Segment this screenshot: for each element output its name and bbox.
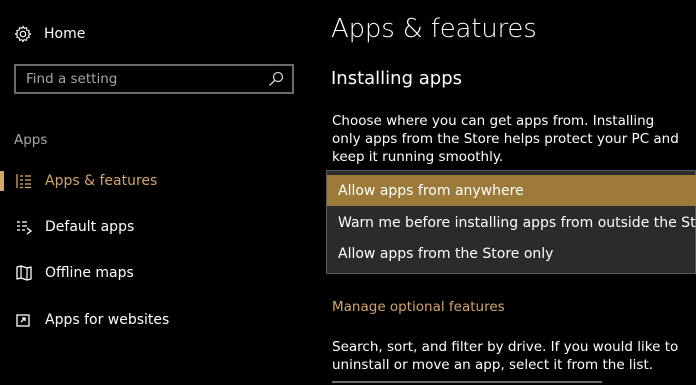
home-nav-item[interactable]: Home [14, 22, 85, 46]
dropdown-option-warn[interactable]: Warn me before installing apps from outs… [327, 207, 696, 238]
dropdown-option-anywhere[interactable]: Allow apps from anywhere [327, 175, 696, 206]
map-icon [16, 265, 32, 281]
install-source-dropdown[interactable]: Allow apps from anywhere Warn me before … [326, 170, 696, 274]
search-input[interactable]: Find a setting [14, 64, 294, 94]
search-description-text: Search, sort, and filter by drive. If yo… [332, 339, 679, 373]
search-placeholder: Find a setting [26, 71, 118, 87]
sidebar-item-offline-maps[interactable]: Offline maps [0, 255, 300, 291]
section-heading: Installing apps [331, 68, 463, 89]
sidebar-item-label: Offline maps [45, 265, 134, 281]
home-label: Home [44, 26, 86, 42]
open-link-icon [16, 314, 30, 327]
filter-input-partial[interactable] [332, 381, 602, 385]
sidebar-item-apps-for-websites[interactable]: Apps for websites [0, 302, 300, 338]
dropdown-option-store-only[interactable]: Allow apps from the Store only [327, 238, 696, 269]
section-title: Apps [14, 132, 48, 148]
manage-optional-features-link[interactable]: Manage optional features [332, 299, 505, 315]
sidebar-item-apps-features[interactable]: Apps & features [0, 163, 300, 199]
list-icon [16, 174, 31, 189]
gear-icon [14, 25, 32, 43]
page-title: Apps & features [331, 14, 537, 44]
default-apps-icon [17, 221, 33, 235]
sidebar-item-label: Apps & features [45, 173, 158, 189]
sidebar-item-default-apps[interactable]: Default apps [0, 209, 300, 245]
active-indicator [0, 171, 4, 191]
sidebar-item-label: Default apps [45, 219, 135, 235]
settings-window: Home Find a setting Apps Apps & features… [0, 0, 696, 385]
sidebar-item-label: Apps for websites [45, 312, 170, 328]
search-icon [269, 71, 284, 86]
sidebar: Home Find a setting Apps Apps & features… [0, 0, 310, 385]
description-text: Choose where you can get apps from. Inst… [332, 113, 679, 165]
